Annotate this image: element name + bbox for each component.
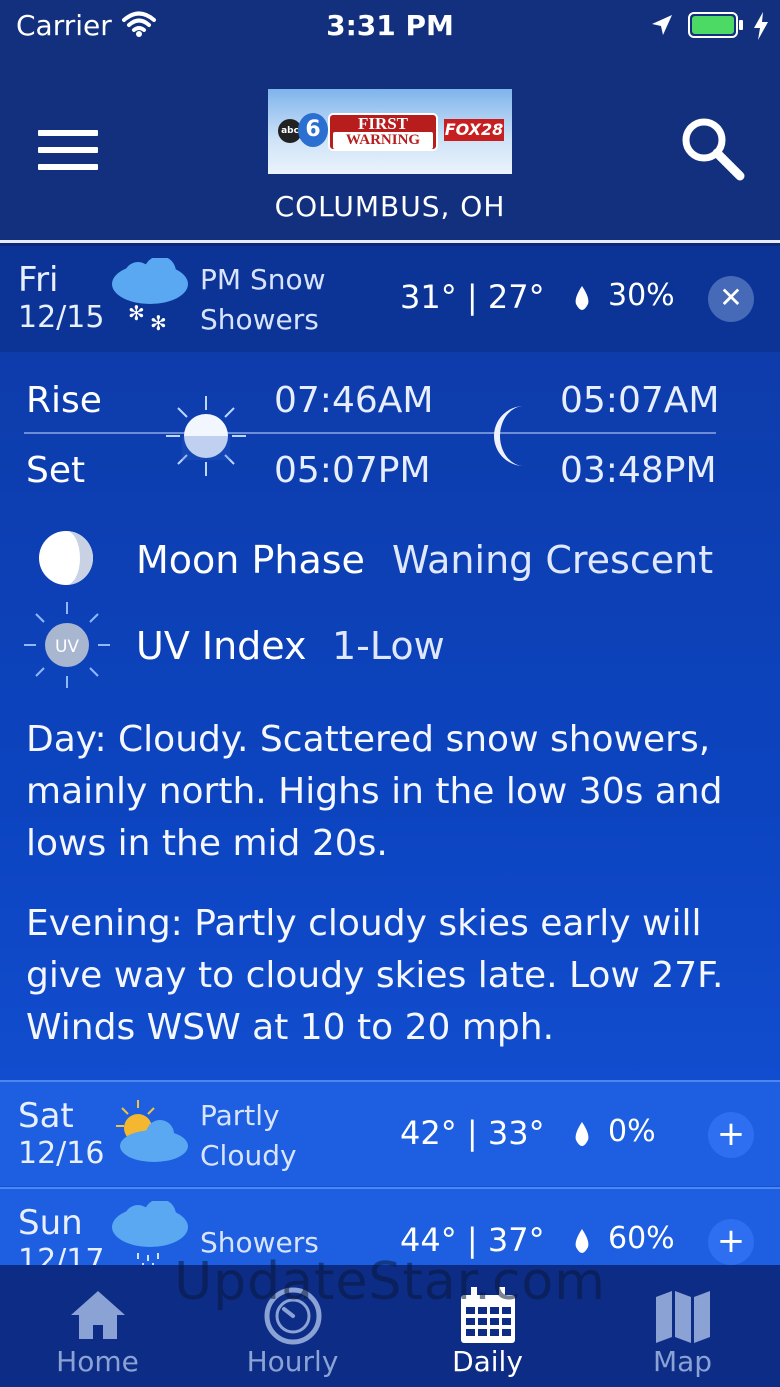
moon-phase-row: Moon Phase Waning Crescent [0, 528, 780, 598]
station-logo: abc 6 FIRST WARNING FOX28 [268, 89, 512, 174]
partly-cloudy-icon [116, 1100, 188, 1162]
day-temperatures: 42° | 33° [400, 1114, 545, 1152]
first-warning-line1: FIRST [357, 114, 409, 133]
tab-label: Map [652, 1345, 713, 1378]
uv-icon-text: UV [55, 637, 79, 657]
tab-label: Home [56, 1345, 139, 1378]
day-forecast-text: Day: Cloudy. Scattered snow showers, mai… [26, 719, 723, 864]
moonrise-time: 05:07AM [560, 380, 720, 421]
status-bar: Carrier 3:31 PM [0, 0, 780, 50]
charging-bolt-icon [754, 12, 768, 40]
location-arrow-icon [652, 15, 672, 35]
set-label: Set [26, 450, 86, 491]
rise-label: Rise [26, 380, 102, 421]
uv-index-row: UV UV Index 1-Low [0, 602, 780, 688]
day-name: Sun [18, 1203, 83, 1243]
moon-phase-label: Moon Phase [136, 538, 365, 582]
rise-set-divider [24, 432, 716, 434]
evening-forecast-text: Evening: Partly cloudy skies early will … [26, 903, 724, 1048]
day-row-sat[interactable]: Sat 12/16 Partly Cloudy 42° | 33° 0% + [0, 1080, 780, 1186]
raindrop-icon [575, 286, 589, 310]
day-condition: PM Snow Showers [200, 263, 326, 336]
day-name: Fri [18, 260, 59, 300]
precip-chance: 60% [608, 1221, 675, 1256]
collapse-button[interactable]: ✕ [708, 276, 754, 322]
sunrise-time: 07:46AM [274, 380, 434, 421]
moon-phase-value: Waning Crescent [392, 538, 714, 582]
day-date: 12/15 [18, 300, 105, 335]
day-name: Sat [18, 1096, 74, 1136]
day-condition: Partly Cloudy [200, 1099, 297, 1172]
raindrop-icon [575, 1229, 589, 1253]
first-warning-logo: FIRST WARNING [328, 113, 438, 151]
fox28-logo: FOX28 [444, 119, 504, 141]
svg-text:✻: ✻ [150, 311, 167, 335]
location-title[interactable]: COLUMBUS, OH [0, 190, 780, 223]
menu-icon[interactable] [38, 130, 98, 170]
sun-icon [166, 396, 246, 476]
day-temperatures: 31° | 27° [400, 278, 545, 316]
daily-forecast-list[interactable]: Fri 12/15 ✻ ✻ PM Snow Showers 31° | 27° … [0, 246, 780, 1265]
watermark-text: UpdateStar.com [174, 1252, 606, 1312]
search-icon[interactable] [678, 114, 746, 182]
snow-showers-icon: ✻ ✻ [112, 258, 188, 335]
first-warning-line2: WARNING [333, 132, 433, 149]
moonset-time: 03:48PM [560, 450, 717, 491]
sunset-time: 05:07PM [274, 450, 431, 491]
moon-icon [494, 406, 524, 466]
raindrop-icon [575, 1122, 589, 1146]
app-header: abc 6 FIRST WARNING FOX28 COLUMBUS, OH [0, 50, 780, 243]
precip-chance: 0% [608, 1114, 656, 1149]
day-row-selected[interactable]: Fri 12/15 ✻ ✻ PM Snow Showers 31° | 27° … [0, 246, 780, 352]
day-date: 12/16 [18, 1136, 105, 1171]
svg-text:✻: ✻ [128, 301, 145, 325]
uv-index-value: 1-Low [332, 624, 445, 668]
channel-six-logo: 6 [298, 113, 328, 147]
uv-icon: UV [24, 602, 110, 688]
tab-label: Daily [452, 1345, 523, 1378]
uv-index-label: UV Index [136, 624, 307, 668]
tab-label: Hourly [246, 1345, 339, 1378]
battery-icon [688, 12, 743, 38]
expand-button[interactable]: + [708, 1112, 754, 1158]
precip-chance: 30% [608, 278, 675, 313]
